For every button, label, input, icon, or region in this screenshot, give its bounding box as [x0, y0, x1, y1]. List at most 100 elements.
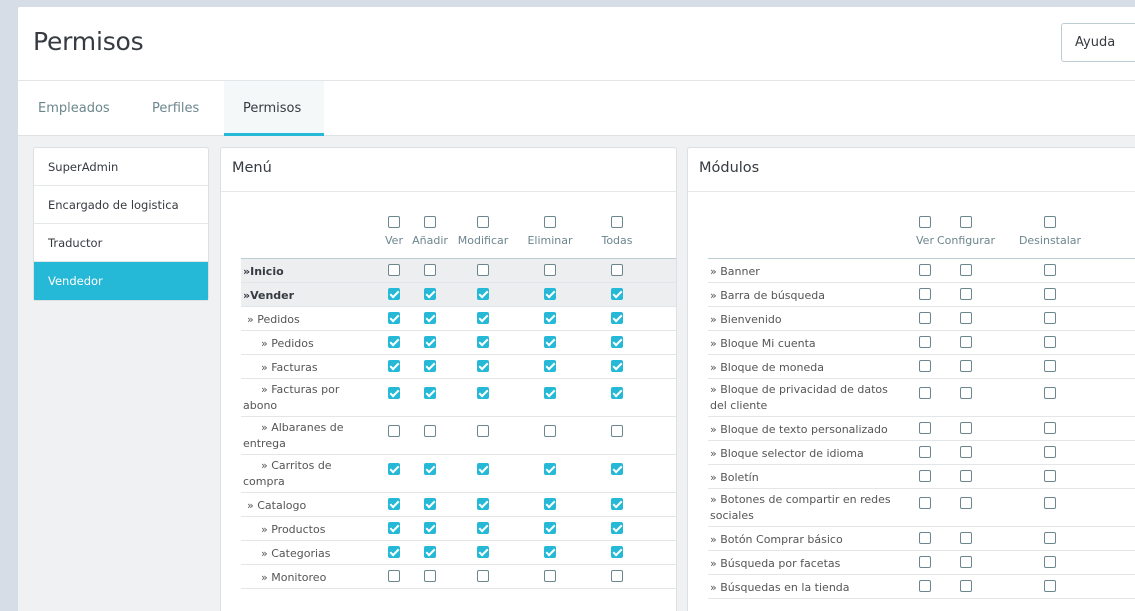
permission-checkbox[interactable] — [544, 463, 556, 475]
permission-checkbox[interactable] — [1044, 497, 1056, 509]
permission-checkbox[interactable] — [960, 497, 972, 509]
permission-checkbox[interactable] — [960, 556, 972, 568]
permission-checkbox[interactable] — [1044, 312, 1056, 324]
permission-checkbox[interactable] — [424, 522, 436, 534]
permission-checkbox[interactable] — [388, 360, 400, 372]
permission-checkbox[interactable] — [388, 425, 400, 437]
permission-checkbox[interactable] — [424, 546, 436, 558]
permission-checkbox[interactable] — [424, 336, 436, 348]
permission-checkbox[interactable] — [960, 360, 972, 372]
permission-checkbox[interactable] — [960, 580, 972, 592]
permission-checkbox[interactable] — [919, 288, 931, 300]
permission-checkbox[interactable] — [477, 312, 489, 324]
help-button[interactable]: Ayuda — [1061, 23, 1135, 62]
permission-checkbox[interactable] — [424, 425, 436, 437]
permission-checkbox[interactable] — [919, 580, 931, 592]
select-all-todas-checkbox[interactable] — [611, 216, 623, 228]
permission-checkbox[interactable] — [544, 546, 556, 558]
permission-checkbox[interactable] — [544, 522, 556, 534]
permission-checkbox[interactable] — [611, 312, 623, 324]
permission-checkbox[interactable] — [388, 288, 400, 300]
permission-checkbox[interactable] — [1044, 264, 1056, 276]
profile-item-vendedor[interactable]: Vendedor — [34, 262, 208, 300]
permission-checkbox[interactable] — [388, 387, 400, 399]
permission-checkbox[interactable] — [388, 463, 400, 475]
permission-checkbox[interactable] — [919, 446, 931, 458]
permission-checkbox[interactable] — [1044, 470, 1056, 482]
permission-checkbox[interactable] — [388, 522, 400, 534]
permission-checkbox[interactable] — [1044, 387, 1056, 399]
permission-checkbox[interactable] — [388, 570, 400, 582]
permission-checkbox[interactable] — [544, 288, 556, 300]
permission-checkbox[interactable] — [960, 336, 972, 348]
permission-checkbox[interactable] — [477, 463, 489, 475]
permission-checkbox[interactable] — [477, 498, 489, 510]
select-all-desinstalar-checkbox[interactable] — [1044, 216, 1056, 228]
permission-checkbox[interactable] — [544, 312, 556, 324]
select-all-ver-checkbox[interactable] — [919, 216, 931, 228]
permission-checkbox[interactable] — [611, 463, 623, 475]
permission-checkbox[interactable] — [424, 288, 436, 300]
permission-checkbox[interactable] — [960, 532, 972, 544]
permission-checkbox[interactable] — [611, 425, 623, 437]
permission-checkbox[interactable] — [424, 498, 436, 510]
select-all-modificar-checkbox[interactable] — [477, 216, 489, 228]
select-all-configurar-checkbox[interactable] — [960, 216, 972, 228]
permission-checkbox[interactable] — [388, 336, 400, 348]
permission-checkbox[interactable] — [919, 312, 931, 324]
permission-checkbox[interactable] — [424, 387, 436, 399]
permission-checkbox[interactable] — [960, 288, 972, 300]
permission-checkbox[interactable] — [424, 264, 436, 276]
permission-checkbox[interactable] — [919, 497, 931, 509]
permission-checkbox[interactable] — [544, 336, 556, 348]
select-all-eliminar-checkbox[interactable] — [544, 216, 556, 228]
tab-empleados[interactable]: Empleados — [18, 81, 128, 136]
permission-checkbox[interactable] — [611, 336, 623, 348]
permission-checkbox[interactable] — [544, 387, 556, 399]
permission-checkbox[interactable] — [477, 570, 489, 582]
permission-checkbox[interactable] — [1044, 336, 1056, 348]
permission-checkbox[interactable] — [388, 498, 400, 510]
permission-checkbox[interactable] — [960, 264, 972, 276]
permission-checkbox[interactable] — [1044, 288, 1056, 300]
permission-checkbox[interactable] — [611, 498, 623, 510]
permission-checkbox[interactable] — [960, 470, 972, 482]
permission-checkbox[interactable] — [919, 387, 931, 399]
permission-checkbox[interactable] — [424, 360, 436, 372]
permission-checkbox[interactable] — [919, 422, 931, 434]
permission-checkbox[interactable] — [611, 570, 623, 582]
permission-checkbox[interactable] — [1044, 580, 1056, 592]
permission-checkbox[interactable] — [477, 288, 489, 300]
profile-item-logistica[interactable]: Encargado de logistica — [34, 186, 208, 224]
permission-checkbox[interactable] — [1044, 446, 1056, 458]
permission-checkbox[interactable] — [477, 336, 489, 348]
permission-checkbox[interactable] — [1044, 422, 1056, 434]
permission-checkbox[interactable] — [1044, 360, 1056, 372]
permission-checkbox[interactable] — [477, 264, 489, 276]
permission-checkbox[interactable] — [611, 522, 623, 534]
permission-checkbox[interactable] — [477, 425, 489, 437]
permission-checkbox[interactable] — [960, 446, 972, 458]
permission-checkbox[interactable] — [919, 532, 931, 544]
permission-checkbox[interactable] — [611, 387, 623, 399]
profile-item-superadmin[interactable]: SuperAdmin — [34, 148, 208, 186]
permission-checkbox[interactable] — [544, 570, 556, 582]
permission-checkbox[interactable] — [424, 463, 436, 475]
permission-checkbox[interactable] — [544, 264, 556, 276]
tab-permisos[interactable]: Permisos — [224, 81, 324, 136]
permission-checkbox[interactable] — [388, 312, 400, 324]
permission-checkbox[interactable] — [477, 522, 489, 534]
permission-checkbox[interactable] — [919, 470, 931, 482]
permission-checkbox[interactable] — [919, 336, 931, 348]
permission-checkbox[interactable] — [477, 360, 489, 372]
permission-checkbox[interactable] — [611, 264, 623, 276]
permission-checkbox[interactable] — [424, 312, 436, 324]
permission-checkbox[interactable] — [919, 264, 931, 276]
tab-perfiles[interactable]: Perfiles — [128, 81, 224, 136]
permission-checkbox[interactable] — [919, 360, 931, 372]
permission-checkbox[interactable] — [477, 387, 489, 399]
permission-checkbox[interactable] — [544, 425, 556, 437]
permission-checkbox[interactable] — [388, 546, 400, 558]
profile-item-traductor[interactable]: Traductor — [34, 224, 208, 262]
permission-checkbox[interactable] — [1044, 532, 1056, 544]
